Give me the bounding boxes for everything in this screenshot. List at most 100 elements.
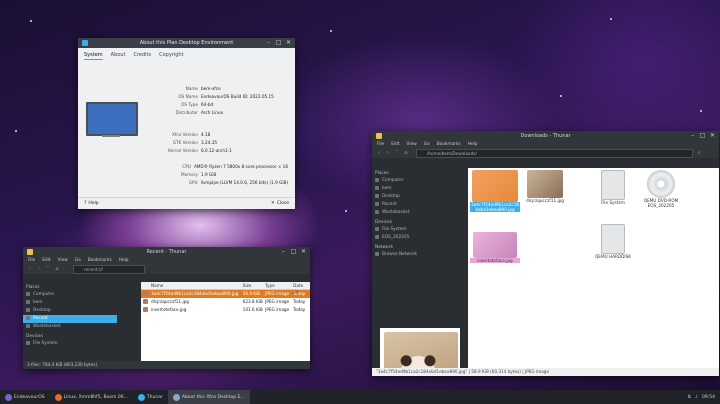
devices-heading: Devices — [375, 220, 392, 225]
tab-copyright[interactable]: Copyright — [159, 52, 183, 60]
taskbar-item-about[interactable]: About this Xfce Desktop E... — [167, 390, 250, 404]
downloads-window: Downloads - Thunar – □ ✕ File Edit View … — [372, 131, 719, 376]
back-icon[interactable]: ‹ — [376, 150, 382, 156]
help-button[interactable]: ? Help — [84, 201, 99, 206]
system-tray: ⇅ ♪ 09:54 — [687, 395, 720, 400]
up-icon[interactable]: ˄ — [394, 150, 400, 156]
downloads-titlebar[interactable]: Downloads - Thunar – □ ✕ — [372, 131, 719, 141]
monitor-stand — [102, 135, 120, 137]
minimize-icon[interactable]: – — [280, 248, 287, 255]
info-row: Xfce Version 4.18 — [172, 132, 211, 137]
drive-item[interactable]: QEMU HARDDISK — [588, 224, 638, 259]
sidebar-item-desktop[interactable]: Desktop — [372, 193, 468, 201]
tab-system[interactable]: System — [84, 52, 103, 60]
taskbar-item-thunar[interactable]: Thunar — [133, 390, 168, 404]
optical-disc-icon — [647, 170, 675, 198]
close-icon[interactable]: ✕ — [300, 248, 307, 255]
menu-edit[interactable]: Edit — [391, 142, 399, 147]
menu-go[interactable]: Go — [75, 258, 81, 263]
file-item[interactable]: 3a4c7f54ed9b1ca2c184ebd1ebea890.jpg — [470, 170, 520, 212]
volume-icon[interactable]: ♪ — [695, 395, 698, 400]
sidebar-item-wastebasket[interactable]: Wastebasket — [23, 323, 117, 331]
drive-item[interactable]: File System — [588, 170, 638, 205]
column-name[interactable]: Name — [141, 282, 243, 289]
sidebar-item-bem[interactable]: bem — [372, 185, 468, 193]
window-title: About this Plan Desktop Environment — [139, 40, 234, 46]
list-header: Name Size Type Date Mo — [141, 282, 310, 295]
home-icon[interactable]: ⌂ — [54, 266, 60, 272]
sidebar-item-recent[interactable]: Recent — [23, 315, 117, 323]
taskbar-item-menu[interactable]: EndeavourOS — [0, 390, 50, 404]
image-file-icon — [143, 291, 148, 296]
file-item[interactable]: dlcjrzqucczf11.jpg — [520, 170, 570, 203]
menu-bookmarks[interactable]: Bookmarks — [88, 258, 112, 263]
menu-help[interactable]: Help — [468, 142, 478, 147]
location-bar[interactable]: recent:/// — [73, 264, 145, 274]
sidebar-item-bem[interactable]: bem — [23, 299, 117, 307]
menu-file[interactable]: File — [28, 258, 35, 263]
image-file-icon — [143, 299, 148, 304]
help-icon: ? — [84, 201, 87, 206]
computer-icon — [86, 102, 138, 136]
search-icon[interactable]: ⌕ — [696, 150, 702, 156]
forward-icon[interactable]: › — [36, 266, 42, 272]
clock[interactable]: 09:54 — [702, 395, 715, 400]
window-title: Downloads - Thunar — [520, 133, 571, 139]
table-row[interactable]: dlcjrzqucczf11.jpg 623.8 KiB JPEG image … — [141, 298, 310, 306]
about-titlebar[interactable]: About this Plan Desktop Environment – □ … — [78, 38, 295, 48]
menu-view[interactable]: View — [58, 258, 68, 263]
recent-titlebar[interactable]: Recent - Thunar – □ ✕ — [23, 247, 310, 257]
maximize-icon[interactable]: □ — [290, 248, 297, 255]
menu-view[interactable]: View — [407, 142, 417, 147]
tab-credits[interactable]: Credits — [133, 52, 151, 60]
table-row[interactable]: 3a4c7f54ed9b1ca2c184ebd1ebea890.jpg 58.9… — [141, 290, 310, 298]
maximize-icon[interactable]: □ — [699, 132, 706, 139]
close-icon[interactable]: ✕ — [285, 39, 292, 46]
icon-view: 3a4c7f54ed9b1ca2c184ebd1ebea890.jpg dlcj… — [468, 168, 719, 376]
back-icon[interactable]: ‹ — [27, 266, 33, 272]
menu-file[interactable]: File — [377, 142, 384, 147]
taskbar-item-browser[interactable]: Linux, Xmm8hf5, Boom 06... — [50, 390, 133, 404]
maximize-icon[interactable]: □ — [275, 39, 282, 46]
sidebar-item-computer[interactable]: Computer — [23, 291, 117, 299]
recent-window: Recent - Thunar – □ ✕ File Edit View Go … — [23, 247, 310, 369]
sidebar-item-wastebasket[interactable]: Wastebasket — [372, 209, 468, 217]
sidebar-item-eos[interactable]: EOS_202205 — [372, 234, 468, 242]
forward-icon[interactable]: › — [385, 150, 391, 156]
image-thumbnail — [527, 170, 563, 198]
tab-about[interactable]: About — [111, 52, 126, 60]
drive-item[interactable]: QEMU DVD-ROM EOS_202205 — [636, 170, 686, 208]
sidebar-item-filesystem[interactable]: File System — [372, 226, 468, 234]
status-bar: "3a4c7f54ed9b1ca2c184ebd1ebea890.jpg" | … — [372, 368, 719, 376]
info-row: Memory 1.9 GiB — [180, 172, 217, 177]
devices-heading: Devices — [26, 334, 43, 339]
harddisk-icon — [601, 170, 625, 200]
sidebar-item-computer[interactable]: Computer — [372, 177, 468, 185]
up-icon[interactable]: ˄ — [45, 266, 51, 272]
info-row: CPU AMD® Ryzen 7 5800x 8-core processor ×… — [182, 164, 288, 169]
file-list: Name Size Type Date Mo 3a4c7f54ed9b1ca2c… — [141, 282, 310, 361]
file-item[interactable]: insertoteface.jpg — [470, 232, 520, 263]
network-icon[interactable]: ⇅ — [687, 395, 691, 400]
column-size[interactable]: Size — [243, 282, 265, 289]
column-date[interactable]: Date Mo — [293, 282, 310, 295]
minimize-icon[interactable]: – — [265, 39, 272, 46]
close-button[interactable]: ✕ Close — [271, 201, 289, 206]
close-icon: ✕ — [270, 201, 275, 206]
location-bar[interactable]: /home/bem/Downloads/ — [416, 148, 693, 158]
info-row: Distributor Arch Linux — [175, 110, 224, 115]
menu-edit[interactable]: Edit — [42, 258, 50, 263]
menu-bookmarks[interactable]: Bookmarks — [437, 142, 461, 147]
harddisk-icon — [601, 224, 625, 254]
sidebar-item-desktop[interactable]: Desktop — [23, 307, 117, 315]
sidebar-item-browse-network[interactable]: Browse Network — [372, 251, 468, 259]
sidebar-item-filesystem[interactable]: File System — [23, 340, 117, 348]
menu-help[interactable]: Help — [119, 258, 129, 263]
minimize-icon[interactable]: – — [689, 132, 696, 139]
sidebar-item-recent[interactable]: Recent — [372, 201, 468, 209]
home-icon[interactable]: ⌂ — [403, 150, 409, 156]
table-row[interactable]: insertoteface.jpg 101.6 KiB JPEG image T… — [141, 306, 310, 314]
column-type[interactable]: Type — [265, 282, 293, 289]
close-icon[interactable]: ✕ — [709, 132, 716, 139]
menu-go[interactable]: Go — [424, 142, 430, 147]
